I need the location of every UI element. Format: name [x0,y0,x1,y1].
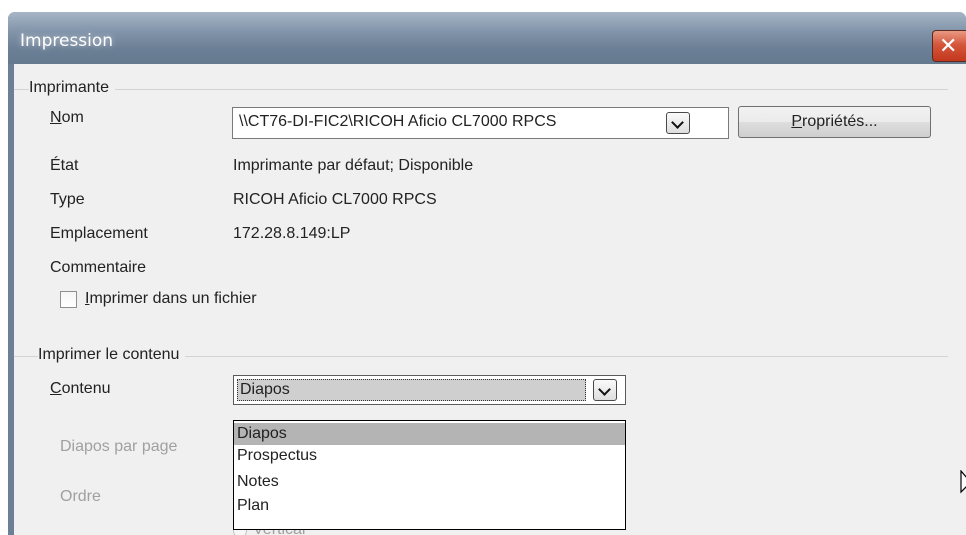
printer-name-select[interactable]: \\CT76-DI-FIC2\RICOH Aficio CL7000 RPCS [232,107,729,139]
status-label: État [50,157,79,174]
printer-section-header: Imprimante [14,79,966,99]
type-label: Type [50,191,85,208]
print-dialog: Impression ✕ Imprimante Nom \\CT76-DI-FI… [8,12,966,535]
close-icon: ✕ [939,34,958,59]
comment-label: Commentaire [50,259,147,276]
content-label: Contenu [50,380,111,397]
chevron-down-icon[interactable] [593,379,617,401]
dropdown-option-diapos[interactable]: Diapos [234,423,625,445]
print-to-file-checkbox[interactable] [60,291,77,308]
content-dropdown-list: Diapos Prospectus Notes Plan [233,420,626,530]
status-value: Imprimante par défaut; Disponible [233,157,474,174]
content-section-label: Imprimer le contenu [38,346,186,364]
printer-section-label: Imprimante [29,79,116,97]
dialog-body: Imprimante Nom \\CT76-DI-FIC2\RICOH Afic… [14,64,966,535]
close-button[interactable]: ✕ [932,30,966,62]
print-to-file-label[interactable]: Imprimer dans un fichier [85,290,257,308]
properties-button[interactable]: Propriétés... [738,106,931,138]
location-label: Emplacement [50,225,148,242]
type-value: RICOH Aficio CL7000 RPCS [233,191,437,208]
dropdown-option-prospectus[interactable]: Prospectus [234,445,625,467]
chevron-down-icon[interactable] [666,112,690,134]
title-bar[interactable]: Impression ✕ [8,12,966,64]
section-divider [14,89,948,90]
mouse-pointer-icon [960,470,966,494]
location-value: 172.28.8.149:LP [233,225,351,242]
content-select[interactable]: Diapos [233,375,626,405]
slides-per-page-label: Diapos par page [60,438,178,455]
content-select-value: Diapos [240,381,290,398]
content-section-header: Imprimer le contenu [14,346,966,366]
name-label: Nom [50,109,84,126]
order-label: Ordre [60,488,101,505]
dialog-title: Impression [20,31,114,51]
dropdown-option-plan[interactable]: Plan [234,495,625,517]
dropdown-option-notes[interactable]: Notes [234,471,625,493]
printer-name-value: \\CT76-DI-FIC2\RICOH Aficio CL7000 RPCS [239,113,557,130]
